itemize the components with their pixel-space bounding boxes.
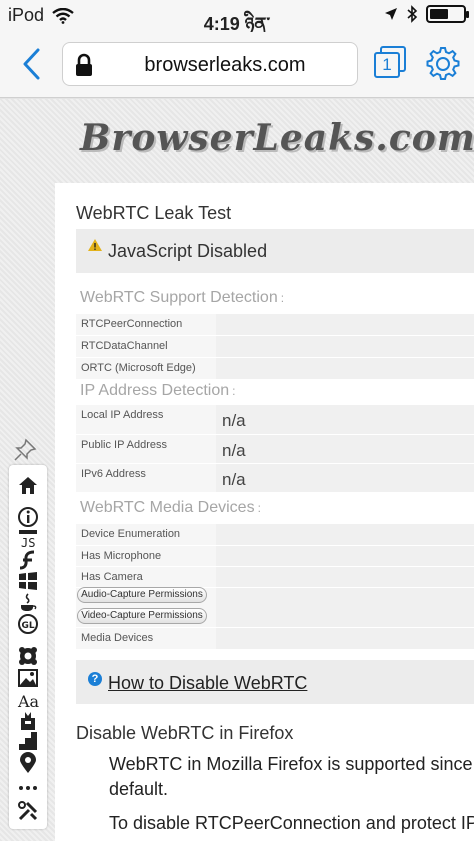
ip-row-value: n/a [216,405,474,434]
media-row: Device Enumeration [76,524,474,546]
pin-icon[interactable] [12,437,38,463]
media-row: Has Camera [76,567,474,588]
gear-icon[interactable] [424,45,462,83]
support-row-label: ORTC (Microsoft Edge) [81,362,196,374]
image-icon[interactable] [17,667,39,689]
media-row-label: Has Camera [81,571,143,583]
media-row-value [216,567,474,587]
ip-row: Public IP Address n/a [76,435,474,464]
page-title: WebRTC Leak Test [76,203,232,223]
support-row-label: RTCDataChannel [81,340,168,352]
address-bar[interactable]: browserleaks.com [62,42,358,86]
ip-row-label: Public IP Address [81,439,168,451]
support-row: ORTC (Microsoft Edge) [76,358,474,380]
more-icon[interactable] [17,777,39,799]
web-page: BrowserLeaks.com WebRTC Leak Test JavaSc… [0,99,474,841]
svg-text:JS: JS [21,536,35,550]
fonts-icon[interactable]: Aa [17,689,39,711]
help-icon: ? [88,672,102,686]
video-permission-button[interactable]: Video-Capture Permissions [77,608,207,624]
warning-icon [88,239,102,251]
webgl-icon[interactable]: GL [17,613,39,635]
ip-heading: IP Address Detection: [80,382,236,399]
how-to-disable-link[interactable]: How to Disable WebRTC [108,673,307,694]
audio-permission-button[interactable]: Audio-Capture Permissions [77,587,207,603]
lock-icon [76,53,92,76]
java-icon[interactable] [17,592,39,614]
paragraph-line: default. [109,779,169,799]
media-heading: WebRTC Media Devices: [80,499,261,516]
support-row: RTCDataChannel [76,336,474,358]
ip-row: Local IP Address n/a [76,405,474,435]
info-icon[interactable] [17,506,39,528]
media-row-label: Has Microphone [81,550,162,562]
support-row-value [216,336,474,357]
status-bar: iPod 4:19 ཉིན་ [0,0,474,34]
home-icon[interactable] [17,474,39,496]
battery-level [430,9,448,19]
media-row-value [216,588,474,627]
windows-icon[interactable] [17,570,39,592]
bluetooth-icon [407,5,418,23]
media-row: Media Devices [76,628,474,650]
support-row-value [216,358,474,379]
support-heading: WebRTC Support Detection: [80,289,285,306]
ip-row-value: n/a [216,464,474,492]
browser-toolbar: browserleaks.com 1 [0,32,474,98]
canvas-icon[interactable] [17,645,39,667]
ip-row: IPv6 Address n/a [76,464,474,493]
media-row-value [216,524,474,545]
media-row: Has Microphone [76,546,474,567]
media-row-label: Device Enumeration [81,528,181,540]
tools-dock: JS GL Aa [9,465,47,829]
battery-icon [426,5,469,23]
location-icon[interactable] [17,752,39,774]
main-content: WebRTC Leak Test JavaScript Disabled Web… [55,183,474,841]
svg-text:Aa: Aa [17,692,39,711]
warning-banner: JavaScript Disabled [76,229,474,273]
media-row-label: Media Devices [81,632,154,644]
location-arrow-icon [385,8,397,20]
tools-icon[interactable] [17,800,39,822]
support-row-label: RTCPeerConnection [81,318,183,330]
warning-text: JavaScript Disabled [108,241,268,261]
support-row: RTCPeerConnection [76,314,474,336]
ip-row-value: n/a [216,435,474,463]
geo-icon[interactable] [17,710,39,732]
stairs-icon[interactable] [17,730,39,752]
tab-count: 1 [374,52,400,78]
how-to-banner: ? How to Disable WebRTC [76,660,474,704]
paragraph-line: To disable RTCPeerConnection and protect… [109,813,474,833]
media-row-value [216,628,474,649]
site-logo[interactable]: BrowserLeaks.com [80,117,474,167]
back-button[interactable] [18,46,46,82]
ip-row-label: IPv6 Address [81,468,146,480]
ip-row-label: Local IP Address [81,409,164,421]
flash-icon[interactable] [17,549,39,571]
svg-text:GL: GL [22,621,35,631]
media-row-value [216,546,474,566]
firefox-heading: Disable WebRTC in Firefox [76,723,294,743]
tabs-button[interactable]: 1 [372,46,408,82]
paragraph-line: WebRTC in Mozilla Firefox is supported s… [109,754,473,774]
support-row-value [216,314,474,335]
url-text: browserleaks.com [144,54,306,76]
javascript-icon[interactable]: JS [17,528,39,550]
